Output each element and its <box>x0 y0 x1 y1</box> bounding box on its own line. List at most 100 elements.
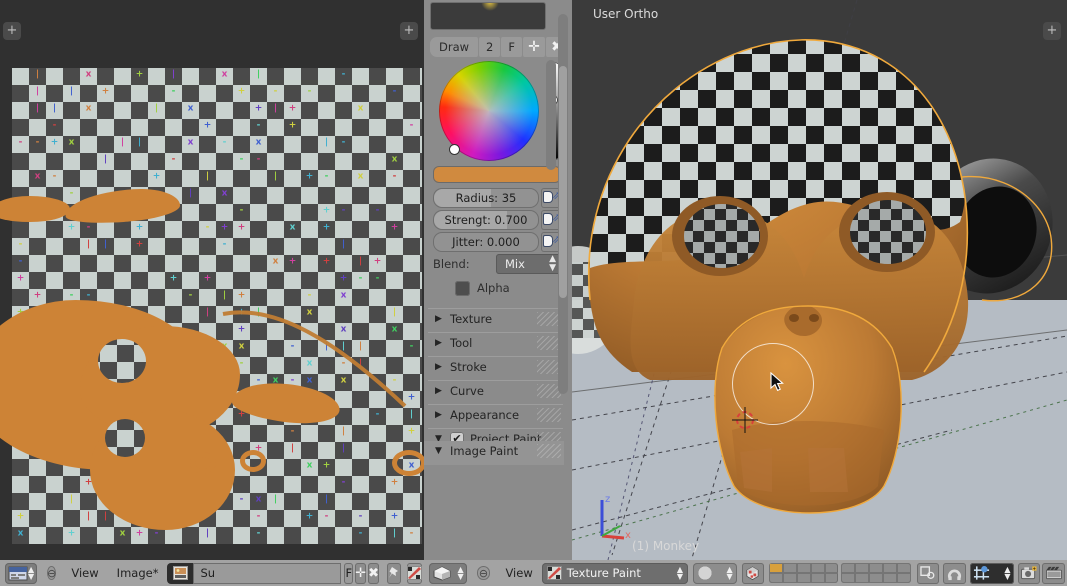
layer-cell[interactable] <box>855 573 869 583</box>
textured-solid-icon[interactable] <box>741 562 765 584</box>
texture-paint-icon[interactable] <box>407 562 422 584</box>
uv-image-editor[interactable]: | x + | x | - | | + - + - - - | | x | x + | + x - + - + - - - + x | | x - x | -… <box>0 0 424 560</box>
layer-cell[interactable] <box>783 573 797 583</box>
snap-element-select[interactable]: ▲ ▼ <box>970 562 1014 584</box>
svg-text:-: - <box>257 512 261 522</box>
layer-cell[interactable] <box>869 563 883 573</box>
panel-scrollbar-secondary[interactable] <box>546 60 556 170</box>
viewport-shading-select[interactable]: ▲ ▼ <box>693 562 737 584</box>
svg-text:|: | <box>359 257 362 267</box>
strength-slider-track[interactable]: Strengt: 0.700 <box>433 210 539 230</box>
tool-properties-panel[interactable]: Draw 2 F ✛ ✖ Radius: 35 ⇗ Strengt: 0.700… <box>424 0 572 560</box>
radius-slider[interactable]: Radius: 35 ⇗ <box>433 188 561 208</box>
image-datablock-field[interactable]: Su <box>167 562 342 584</box>
image-editor-header[interactable]: ▲ ▼ ⊖ View Image* Su F ✛ ✖ <box>0 560 424 586</box>
chevron-down-icon: ▼ <box>435 446 442 456</box>
panel-header-stroke[interactable]: ▶ Stroke <box>428 356 563 377</box>
layer-cell[interactable] <box>797 573 811 583</box>
plus-icon[interactable]: + <box>3 22 21 40</box>
alpha-row[interactable]: Alpha <box>433 280 561 298</box>
radius-slider-track[interactable]: Radius: 35 <box>433 188 539 208</box>
svg-text:+: + <box>170 274 178 284</box>
render-animation-icon[interactable] <box>1042 562 1066 584</box>
panel-header-texture[interactable]: ▶ Texture <box>428 308 563 329</box>
layer-cell[interactable] <box>825 573 838 583</box>
editor-type-selector[interactable]: ▲ ▼ <box>5 562 38 584</box>
layer-cell[interactable] <box>897 573 910 583</box>
proportional-edit-icon[interactable] <box>916 562 940 584</box>
layer-cell[interactable] <box>811 563 825 573</box>
svg-text:-: - <box>410 121 414 131</box>
texture-paint-icon <box>546 566 562 580</box>
alpha-checkbox[interactable] <box>455 281 470 296</box>
image-name-field[interactable]: Su <box>193 562 342 584</box>
layer-cell[interactable] <box>883 563 897 573</box>
plus-icon[interactable]: + <box>1043 22 1061 40</box>
svg-text:|: | <box>342 444 345 454</box>
3d-viewport[interactable]: z x User Ortho (1) Monkey + <box>572 0 1067 560</box>
panel-header-curve[interactable]: ▶ Curve <box>428 380 563 401</box>
svg-text:-: - <box>206 223 210 233</box>
image-icon[interactable] <box>167 562 194 584</box>
layer-cell[interactable] <box>783 563 797 573</box>
brush-fake-user-button[interactable]: F <box>501 37 522 57</box>
panel-grip[interactable] <box>537 408 561 422</box>
panel-scrollbar-thumb[interactable] <box>559 66 567 298</box>
snap-magnet-icon[interactable] <box>943 562 967 584</box>
render-camera-icon[interactable] <box>1017 562 1041 584</box>
plus-icon[interactable]: ✛ <box>355 562 367 584</box>
brush-color-swatch[interactable] <box>433 166 561 183</box>
fake-user-button[interactable]: F <box>344 562 354 584</box>
layer-cell[interactable] <box>769 573 783 583</box>
blend-mode-select[interactable]: Mix ▲ ▼ <box>496 254 561 274</box>
svg-text:|: | <box>121 138 124 148</box>
paint-hole <box>98 339 146 383</box>
layer-cell[interactable] <box>841 563 855 573</box>
plus-icon[interactable]: + <box>400 22 418 40</box>
pin-icon[interactable] <box>387 562 401 584</box>
layer-cell[interactable] <box>855 563 869 573</box>
panel-grip[interactable] <box>537 444 561 458</box>
layer-cell[interactable] <box>897 563 910 573</box>
layer-cell[interactable] <box>883 573 897 583</box>
color-wheel-cursor[interactable] <box>450 145 459 154</box>
svg-text:-: - <box>36 138 40 148</box>
scene-layers-primary[interactable] <box>769 563 839 583</box>
svg-text:+: + <box>136 223 144 233</box>
panel-header-image-paint[interactable]: ▼ Image Paint <box>428 441 563 462</box>
plus-icon[interactable]: ✛ <box>523 37 545 57</box>
jitter-slider[interactable]: Jitter: 0.000 ⇗ <box>433 232 561 252</box>
brush-name-field[interactable]: Draw <box>430 37 479 57</box>
blender-window: | x + | x | - | | + - + - - - | | x | x + | + x - + - + - - - + x | | x - x | -… <box>0 0 1067 586</box>
x-icon[interactable]: ✖ <box>368 562 379 584</box>
layer-cell[interactable] <box>769 563 784 573</box>
paint-stroke-curve <box>222 310 407 408</box>
editor-type-selector[interactable]: ▲ ▼ <box>429 562 467 584</box>
layer-cell[interactable] <box>797 563 811 573</box>
brush-users-count[interactable]: 2 <box>479 37 501 57</box>
uv-canvas[interactable]: | x + | x | - | | + - + - - - | | x | x + | + x - + - + - - - + x | | x - x | -… <box>0 0 424 560</box>
panel-header-tool[interactable]: ▶ Tool <box>428 332 563 353</box>
jitter-slider-track[interactable]: Jitter: 0.000 <box>433 232 539 252</box>
layer-cell[interactable] <box>811 573 825 583</box>
scene-layers-secondary[interactable] <box>841 563 911 583</box>
menu-view[interactable]: View <box>505 563 532 583</box>
blend-mode-row[interactable]: Blend: Mix ▲ ▼ <box>433 254 561 274</box>
svg-text:+: + <box>68 223 76 233</box>
minus-circle-icon[interactable]: ⊖ <box>47 566 57 580</box>
view3d-header[interactable]: ▲ ▼ ⊖ View Texture Paint ▲ ▼ ▲ ▼ ▲ ▼ <box>424 560 1067 586</box>
panel-scrollbar[interactable] <box>558 14 568 394</box>
layer-cell[interactable] <box>869 573 883 583</box>
svg-text:x: x <box>120 529 126 539</box>
layer-cell[interactable] <box>825 563 838 573</box>
interaction-mode-select[interactable]: Texture Paint ▲ ▼ <box>541 562 689 584</box>
menu-view[interactable]: View <box>71 563 98 583</box>
menu-image[interactable]: Image* <box>117 563 159 583</box>
panel-header-appearance[interactable]: ▶ Appearance <box>428 404 563 425</box>
minus-circle-icon[interactable]: ⊖ <box>476 566 491 580</box>
layer-cell[interactable] <box>841 573 855 583</box>
monkey-mesh[interactable] <box>572 0 1067 560</box>
brush-datablock-row[interactable]: Draw 2 F ✛ ✖ <box>430 37 568 57</box>
strength-slider[interactable]: Strengt: 0.700 ⇗ <box>433 210 561 230</box>
paint-ring <box>392 450 424 476</box>
